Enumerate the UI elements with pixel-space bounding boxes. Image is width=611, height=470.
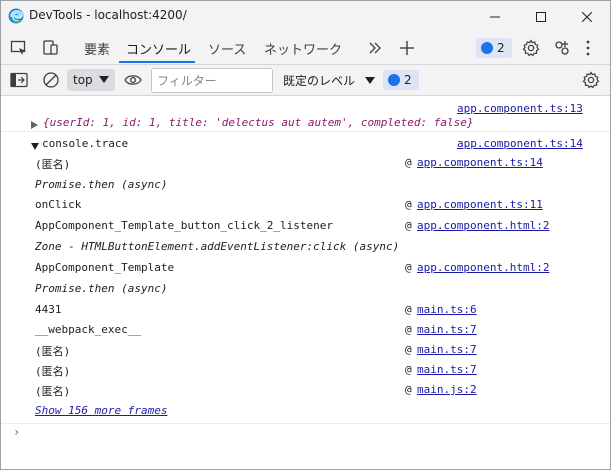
frame-function: (匿名) [35, 365, 71, 378]
frame-at: @ [405, 343, 412, 356]
frame-function: onClick [35, 198, 82, 211]
more-options-icon[interactable] [580, 38, 596, 58]
live-expression-eye-icon[interactable] [123, 70, 143, 90]
tab-sources[interactable]: ソース [208, 39, 246, 58]
frame-source-link[interactable]: app.component.ts:11 [417, 198, 543, 211]
frame-async-label: Zone - HTMLButtonElement.addEventListene… [35, 240, 400, 253]
frame-at: @ [405, 323, 412, 336]
frame-at: @ [405, 219, 412, 232]
log-levels-label: 既定のレベル [283, 74, 356, 88]
levels-dropdown-arrow-icon [364, 77, 375, 84]
frame-source-link[interactable]: main.ts:7 [417, 323, 477, 336]
settings-gear-icon[interactable] [521, 38, 541, 58]
frame-at: @ [405, 363, 412, 376]
close-icon [582, 11, 592, 22]
frame-function: (匿名) [35, 345, 71, 358]
frame-source-link[interactable]: app.component.html:2 [417, 261, 549, 274]
issues-count: 2 [497, 41, 505, 55]
log-levels-dropdown[interactable]: 既定のレベル [283, 72, 375, 89]
issues-chat-icon [481, 42, 493, 54]
main-toolbar: 要素 コンソール ソース ネットワーク 2 [1, 32, 610, 64]
log-source-link[interactable]: app.component.ts:13 [457, 102, 583, 115]
frame-source-link[interactable]: app.component.html:2 [417, 219, 549, 232]
console-toolbar: top フィルター 既定のレベル 2 [1, 65, 610, 95]
frame-at: @ [405, 156, 412, 169]
inspect-element-icon[interactable] [9, 38, 29, 58]
title-bar: DevTools - localhost:4200/ [1, 1, 610, 32]
active-tab-indicator [119, 61, 195, 63]
frame-at: @ [405, 261, 412, 274]
device-toolbar-icon[interactable] [41, 38, 61, 58]
frame-function: (匿名) [35, 385, 71, 398]
edge-logo-icon [8, 8, 24, 24]
frame-function: 4431 [35, 303, 62, 316]
console-issues-chat-icon [388, 74, 400, 86]
frame-function: __webpack_exec__ [35, 323, 141, 336]
frame-source-link[interactable]: app.component.ts:14 [417, 156, 543, 169]
console-output: app.component.ts:13 {userId: 1, id: 1, t… [1, 96, 610, 469]
trace-header: console.trace app.component.ts:14 [1, 137, 610, 151]
trace-label: console.trace [42, 137, 129, 150]
trace-source-link[interactable]: app.component.ts:14 [457, 137, 583, 150]
devtools-window: DevTools - localhost:4200/ 要素 コンソール ソース … [0, 0, 611, 470]
log-message: app.component.ts:13 {userId: 1, id: 1, t… [1, 100, 610, 130]
maximize-button[interactable] [518, 1, 564, 32]
frame-source-link[interactable]: main.js:2 [417, 383, 477, 396]
minimize-icon [490, 16, 500, 17]
frame-async-label: Promise.then (async) [35, 178, 168, 191]
close-button[interactable] [564, 1, 610, 32]
sidebar-toggle-icon[interactable] [9, 70, 29, 90]
maximize-icon [536, 11, 546, 22]
context-selector[interactable]: top [67, 69, 115, 91]
console-settings-gear-icon[interactable] [581, 70, 601, 90]
frame-function: (匿名) [35, 158, 71, 171]
add-tab-plus-icon[interactable] [397, 38, 417, 58]
frame-function: AppComponent_Template [35, 261, 175, 274]
issues-badge[interactable]: 2 [476, 38, 512, 58]
frame-async-label: Promise.then (async) [35, 282, 168, 295]
console-prompt-chevron-icon[interactable]: › [13, 425, 20, 439]
frame-source-link[interactable]: main.ts:7 [417, 363, 477, 376]
collapse-triangle-icon[interactable] [31, 140, 39, 153]
frame-at: @ [405, 198, 412, 211]
dropdown-arrow-icon [98, 76, 109, 83]
tab-elements[interactable]: 要素 [84, 39, 110, 58]
frame-function: AppComponent_Template_button_click_2_lis… [35, 219, 334, 232]
window-title: DevTools - localhost:4200/ [29, 8, 187, 22]
tab-network[interactable]: ネットワーク [264, 39, 342, 58]
frame-at: @ [405, 303, 412, 316]
tab-console[interactable]: コンソール [126, 39, 191, 58]
frame-source-link[interactable]: main.ts:6 [417, 303, 477, 316]
more-tabs-chevron-icon[interactable] [365, 38, 385, 58]
console-issues-badge[interactable]: 2 [383, 70, 419, 90]
show-more-frames-link[interactable]: Show 156 more frames [35, 404, 167, 417]
log-object[interactable]: {userId: 1, id: 1, title: 'delectus aut … [43, 116, 473, 129]
context-value: top [73, 73, 93, 87]
filter-placeholder: フィルター [157, 74, 217, 88]
message-divider [1, 131, 610, 132]
console-issues-count: 2 [404, 73, 412, 87]
customize-devtools-icon[interactable] [552, 38, 572, 58]
frame-source-link[interactable]: main.ts:7 [417, 343, 477, 356]
frame-at: @ [405, 383, 412, 396]
filter-input[interactable]: フィルター [151, 68, 273, 93]
clear-console-icon[interactable] [41, 70, 61, 90]
minimize-button[interactable] [472, 1, 518, 32]
prompt-divider [1, 423, 610, 424]
